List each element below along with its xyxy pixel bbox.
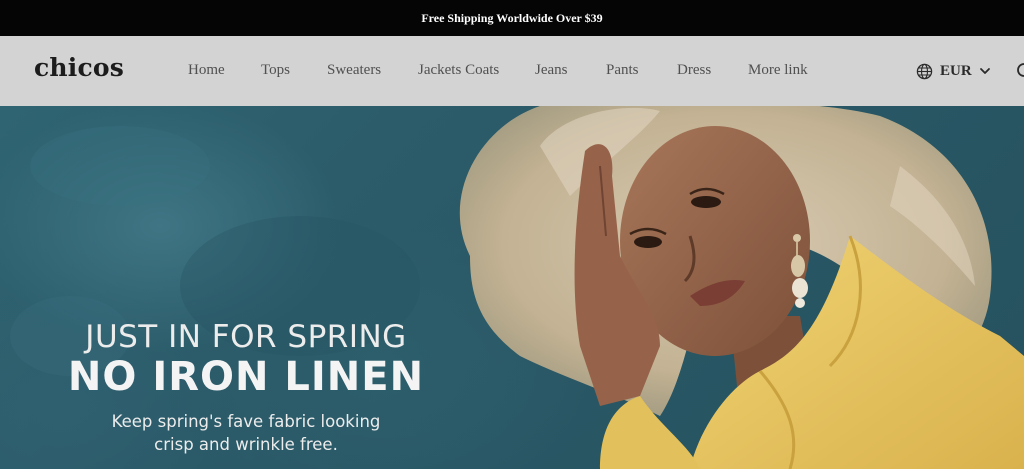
announcement-bar: Free Shipping Worldwide Over $39 [0, 0, 1024, 36]
nav-item-dress[interactable]: Dress [677, 62, 711, 79]
hero-banner[interactable]: JUST IN FOR SPRING NO IRON LINEN Keep sp… [0, 106, 1024, 469]
chevron-down-icon [979, 68, 990, 74]
nav-item-more-link[interactable]: More link [748, 62, 808, 79]
search-icon [1017, 63, 1024, 77]
announcement-text: Free Shipping Worldwide Over $39 [421, 10, 603, 25]
hero-kicker: JUST IN FOR SPRING [85, 319, 407, 355]
currency-label: EUR [940, 62, 972, 79]
hero-subtext-line2: crisp and wrinkle free. [154, 435, 338, 454]
site-header: chicos Home Tops Sweaters Jackets Coats … [0, 36, 1024, 106]
hero-subtext: Keep spring's fave fabric looking crisp … [0, 410, 492, 456]
nav-item-pants[interactable]: Pants [606, 62, 639, 79]
nav-item-jackets-coats[interactable]: Jackets Coats [418, 62, 499, 79]
search-button[interactable] [1016, 62, 1024, 82]
nav-item-sweaters[interactable]: Sweaters [327, 62, 381, 79]
hero-subtext-line1: Keep spring's fave fabric looking [111, 412, 381, 431]
nav-item-jeans[interactable]: Jeans [535, 62, 568, 79]
hero-headline: NO IRON LINEN [67, 354, 425, 400]
main-nav: Home Tops Sweaters Jackets Coats Jeans P… [0, 36, 1024, 106]
nav-item-tops[interactable]: Tops [261, 62, 290, 79]
currency-selector[interactable]: EUR [916, 61, 991, 81]
globe-icon [916, 63, 933, 79]
nav-item-home[interactable]: Home [188, 62, 225, 79]
